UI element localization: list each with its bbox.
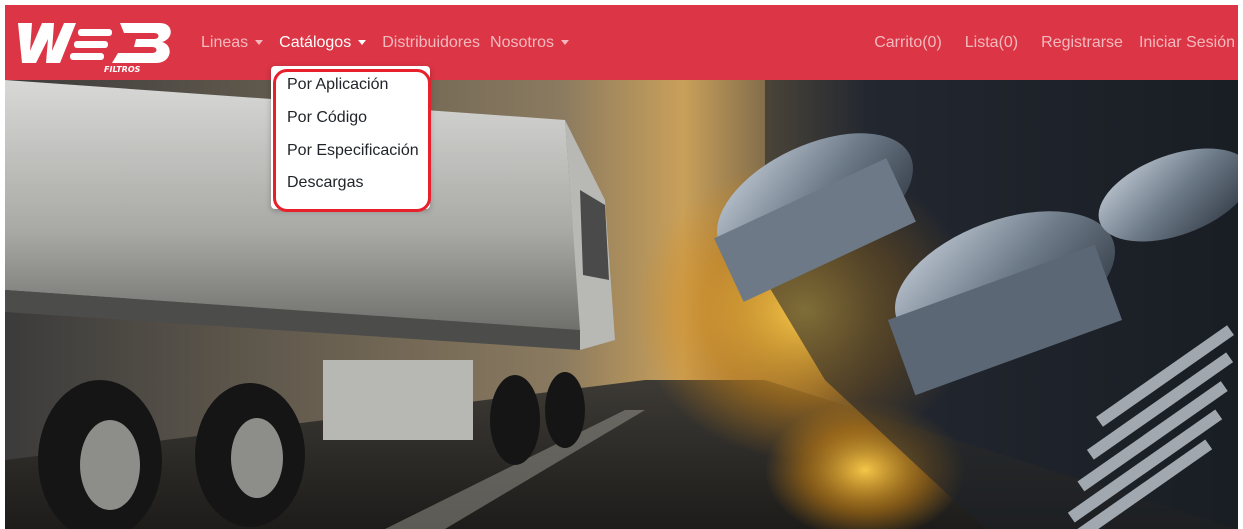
dropdown-item-por-codigo[interactable]: Por Código	[287, 109, 367, 127]
nav-iniciar-sesion[interactable]: Iniciar Sesión	[1123, 34, 1235, 52]
nav-lineas[interactable]: Lineas	[201, 34, 279, 52]
page: FILTROS Lineas Catálogos Distribuidores …	[5, 5, 1238, 529]
nav-registrarse-label: Registrarse	[1041, 33, 1123, 51]
nav-registrarse[interactable]: Registrarse	[1018, 34, 1123, 52]
brand-subtitle: FILTROS	[104, 65, 141, 73]
caret-down-icon	[561, 40, 570, 45]
nav-lineas-label: Lineas	[201, 33, 249, 51]
nav-distribuidores[interactable]: Distribuidores	[382, 34, 490, 52]
dropdown-item-descargas[interactable]: Descargas	[287, 174, 363, 192]
nav-carrito[interactable]: Carrito(0)	[851, 34, 942, 52]
nav-right: Carrito(0) Lista(0) Registrarse Iniciar …	[851, 5, 1235, 80]
top-navbar: FILTROS Lineas Catálogos Distribuidores …	[5, 5, 1238, 80]
nav-distribuidores-label: Distribuidores	[382, 33, 481, 51]
nav-carrito-label: Carrito(0)	[874, 33, 942, 51]
brand-logo[interactable]: FILTROS	[8, 17, 176, 73]
hero-banner	[5, 80, 1238, 529]
nav-lista[interactable]: Lista(0)	[942, 34, 1018, 52]
caret-down-icon	[358, 40, 367, 45]
nav-nosotros-label: Nosotros	[490, 33, 555, 51]
catalogos-dropdown-menu: Por Aplicación Por Código Por Especifica…	[271, 66, 430, 209]
nav-nosotros[interactable]: Nosotros	[490, 34, 585, 52]
nav-catalogos[interactable]: Catálogos	[279, 34, 382, 52]
nav-lista-label: Lista(0)	[964, 33, 1019, 51]
caret-down-icon	[255, 40, 264, 45]
dropdown-item-por-especificacion[interactable]: Por Especificación	[287, 142, 419, 160]
nav-catalogos-label: Catálogos	[279, 33, 352, 51]
hero-image	[5, 80, 1238, 529]
nav-iniciar-sesion-label: Iniciar Sesión	[1138, 33, 1235, 51]
dropdown-item-por-aplicacion[interactable]: Por Aplicación	[287, 76, 388, 94]
